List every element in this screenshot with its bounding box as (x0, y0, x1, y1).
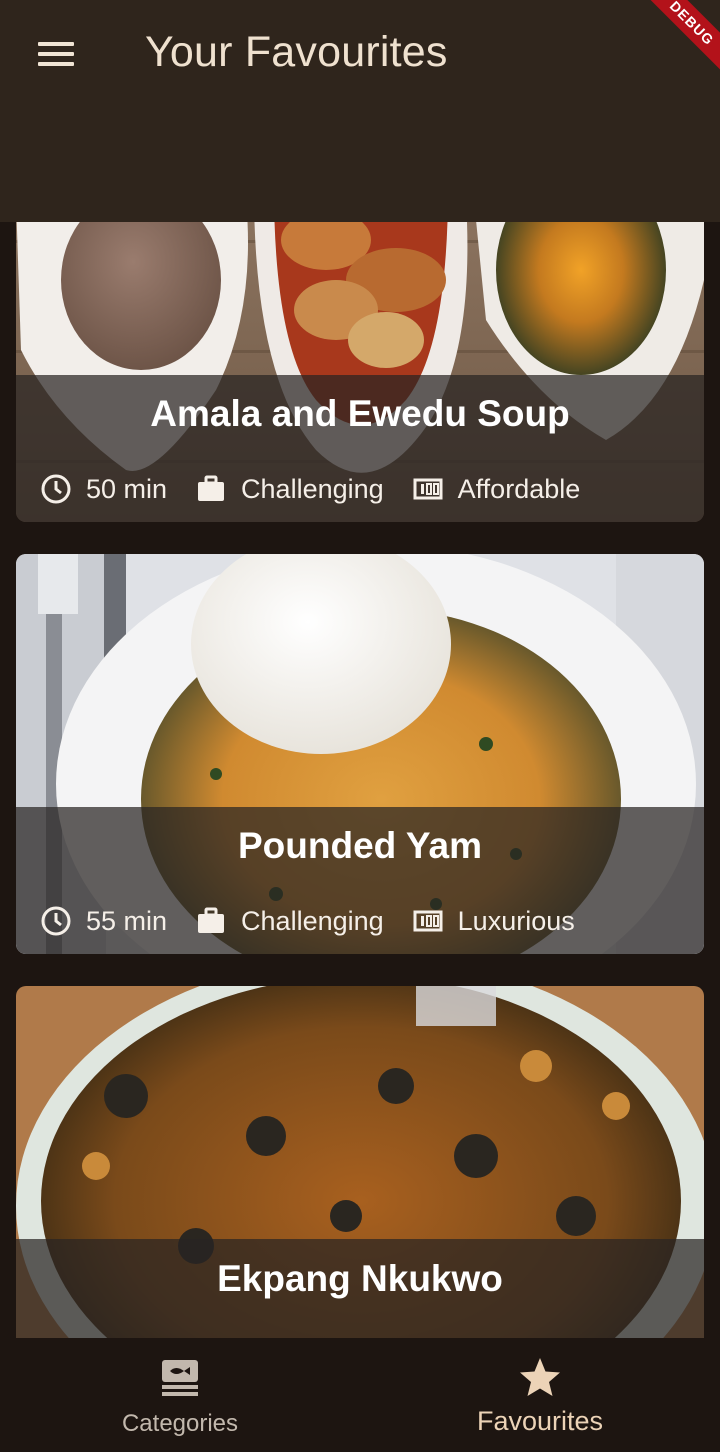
affordability: Affordable (412, 473, 581, 505)
meal-title: Ekpang Nkukwo (217, 1258, 503, 1299)
affordability-label: Luxurious (457, 905, 575, 936)
star-icon (520, 1358, 560, 1396)
clock-icon (41, 474, 71, 504)
affordability: Luxurious (412, 905, 575, 937)
nav-favourites-label: Favourites (476, 1406, 604, 1436)
meal-card[interactable]: Ekpang Nkukwo (16, 986, 704, 1338)
duration: 55 min (40, 905, 167, 937)
page-title: Your Favourites (145, 28, 448, 76)
meal-card[interactable]: Pounded Yam 55 min Challenging Luxurious (16, 554, 704, 954)
menu-icon[interactable] (24, 28, 88, 80)
money-icon (413, 478, 443, 500)
duration-label: 55 min (86, 905, 168, 936)
app-bar: Your Favourites (0, 0, 720, 222)
complexity-label: Challenging (241, 473, 384, 504)
nav-categories-label: Categories (121, 1410, 239, 1437)
favourites-list[interactable]: Amala and Ewedu Soup 50 min Challenging … (0, 222, 720, 1338)
duration-label: 50 min (86, 473, 168, 504)
meal-card[interactable]: Amala and Ewedu Soup 50 min Challenging … (16, 222, 704, 522)
affordability-label: Affordable (457, 473, 581, 504)
work-icon (198, 475, 225, 501)
complexity: Challenging (195, 905, 384, 937)
bottom-navigation: Categories Favourites (0, 1338, 720, 1452)
work-icon (198, 907, 225, 933)
complexity-label: Challenging (241, 905, 384, 936)
meal-title: Amala and Ewedu Soup (150, 393, 570, 434)
complexity: Challenging (195, 473, 384, 505)
clock-icon (41, 906, 71, 936)
set-meal-icon (162, 1360, 198, 1396)
meal-meta: 50 min Challenging Affordable (40, 473, 608, 505)
app-root: Your Favourites DEBUG Amala and Ewedu So… (0, 0, 720, 1452)
meal-title: Pounded Yam (238, 825, 482, 866)
money-icon (413, 910, 443, 932)
nav-favourites[interactable]: Favourites (360, 1338, 720, 1452)
duration: 50 min (40, 473, 167, 505)
meal-meta: 55 min Challenging Luxurious (40, 905, 603, 937)
nav-categories[interactable]: Categories (0, 1338, 360, 1452)
